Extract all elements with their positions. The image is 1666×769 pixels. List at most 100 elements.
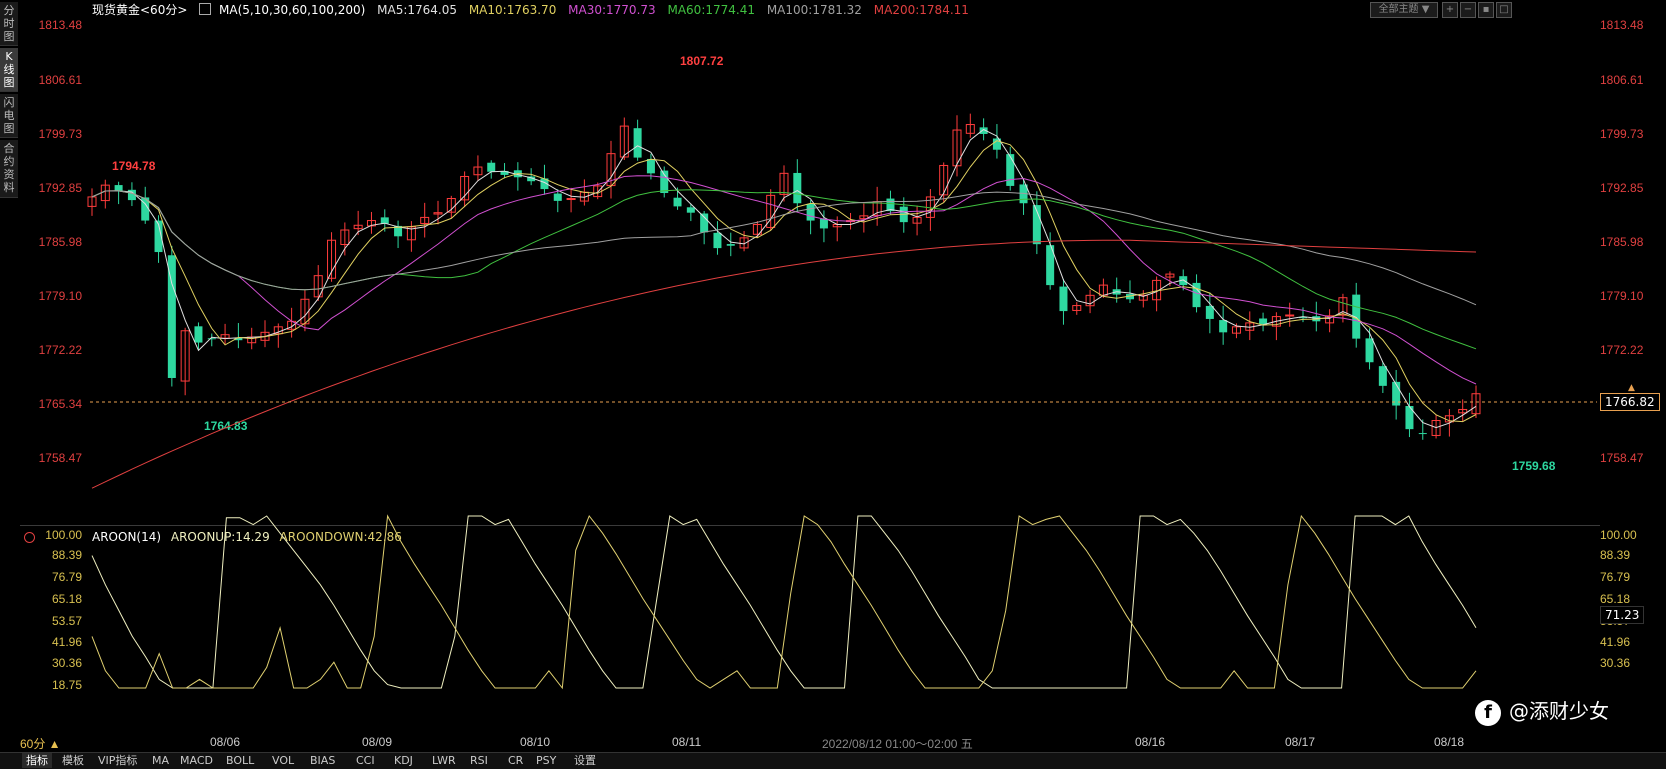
bottom-tab-10[interactable]: LWR [428,753,460,768]
annotation-peak: 1807.72 [680,54,724,68]
settings-icon[interactable] [199,3,212,15]
time-tick: 08/16 [1135,735,1166,749]
instrument-title[interactable]: 现货黄金<60分> [92,3,187,17]
bottom-tab-4[interactable]: MACD [176,753,217,768]
expand-icon[interactable]: □ [1496,2,1512,18]
candle-body [194,326,203,343]
bottom-tab-2[interactable]: VIP指标 [94,753,141,768]
price-tick-right: 1772.22 [1600,343,1644,357]
candle-body [340,229,350,246]
candle-body [207,338,216,340]
aroon-tick-left: 76.79 [51,570,82,584]
bottom-tab-12[interactable]: CR [504,753,527,768]
candle-body [713,232,722,249]
candle-body [460,175,470,201]
candle-body [1458,408,1468,414]
bottom-tab-5[interactable]: BOLL [222,753,258,768]
price-tick-left: 1779.10 [38,289,82,303]
candle-body [1032,205,1041,245]
candle-body [1405,406,1414,430]
zoom-out-icon[interactable]: − [1460,2,1476,18]
time-tick: 08/11 [672,735,702,749]
candle-body [579,191,589,202]
candle-body [180,330,190,382]
current-price-tag: 1766.82 [1600,393,1660,411]
candle-body [859,215,869,220]
candle-body [1245,322,1255,331]
bottom-tab-1[interactable]: 模板 [58,753,88,768]
candle-body [1006,154,1015,186]
candle-body [566,198,576,201]
ma100-label: MA100:1781.32 [766,3,862,17]
candle-body [779,172,789,195]
bottom-tab-0[interactable]: 指标 [22,753,52,768]
annotation-high-left: 1794.78 [112,159,156,173]
bottom-tab-11[interactable]: RSI [466,753,492,768]
price-tick-left: 1799.73 [38,127,82,141]
minimize-icon[interactable]: ▪ [1478,2,1494,18]
candle-body [380,217,389,224]
candle-body [527,176,536,182]
candle-body [1418,433,1427,435]
ma-legend: 现货黄金<60分> MA(5,10,30,60,100,200) MA5:176… [92,2,977,18]
period-button[interactable]: 60分 ▲ [20,735,61,751]
candle-body [273,326,283,335]
bottom-tab-3[interactable]: MA [148,753,173,768]
candle-body [806,203,815,221]
candle-body [1179,276,1188,286]
indicator-settings-icon[interactable] [24,532,35,543]
ma100-line [91,190,1477,306]
bottom-tab-13[interactable]: PSY [532,753,560,768]
time-tick: 08/06 [210,735,241,749]
bottom-tab-6[interactable]: VOL [268,753,298,768]
candle-body [965,124,975,134]
candle-body [500,170,509,175]
bottom-tab-7[interactable]: BIAS [306,753,339,768]
candle-body [1112,289,1121,295]
candle-body [1325,315,1335,324]
aroon-title[interactable]: AROON(14) [92,530,161,544]
ma5-line [91,128,1477,429]
time-tick: 08/09 [362,735,393,749]
candle-body [513,170,522,178]
candle-body [1444,415,1454,423]
candle-body [287,320,297,330]
price-tick-right: 1806.61 [1600,73,1644,87]
panel-divider [20,525,1600,526]
bottom-tab-14[interactable]: 设置 [570,753,600,768]
aroon-tick-right: 88.39 [1600,548,1631,562]
aroon-down-label: AROONDOWN:42.86 [279,530,402,544]
candle-body [366,220,376,227]
candle-body [1165,273,1175,278]
zoom-in-icon[interactable]: + [1442,2,1458,18]
candle-body [446,198,456,213]
aroon-tick-left: 53.57 [51,614,82,628]
kline-chart[interactable] [0,0,1666,768]
candle-body [700,213,709,233]
candle-body [633,128,642,158]
tab-timeshare-chart[interactable]: 分时图 [0,2,18,46]
aroon-tick-right: 76.79 [1600,570,1631,584]
theme-select[interactable]: 全部主题 ▼ [1370,2,1438,18]
candle-body [872,201,882,216]
candle-body [1365,338,1374,363]
tab-flash-chart[interactable]: 闪电图 [0,94,18,138]
tab-kline-chart[interactable]: K线图 [0,48,18,92]
candle-body [87,196,97,207]
candle-body [420,216,430,224]
candle-body [766,194,776,228]
candle-body [1046,245,1055,286]
candle-body [487,162,496,172]
tab-contract-info[interactable]: 合约资料 [0,140,18,198]
bottom-tab-8[interactable]: CCI [352,753,379,768]
aroon-tick-right: 30.36 [1600,656,1631,670]
bottom-tab-9[interactable]: KDJ [390,753,417,768]
candle-body [114,185,123,191]
time-tick: 08/18 [1434,735,1465,749]
candle-body [739,237,749,249]
ma10-line [91,140,1477,423]
candle-body [234,337,243,341]
candle-body [1126,294,1134,300]
aroon-tick-right: 100.00 [1600,528,1637,542]
moving-average-lines [91,128,1477,489]
